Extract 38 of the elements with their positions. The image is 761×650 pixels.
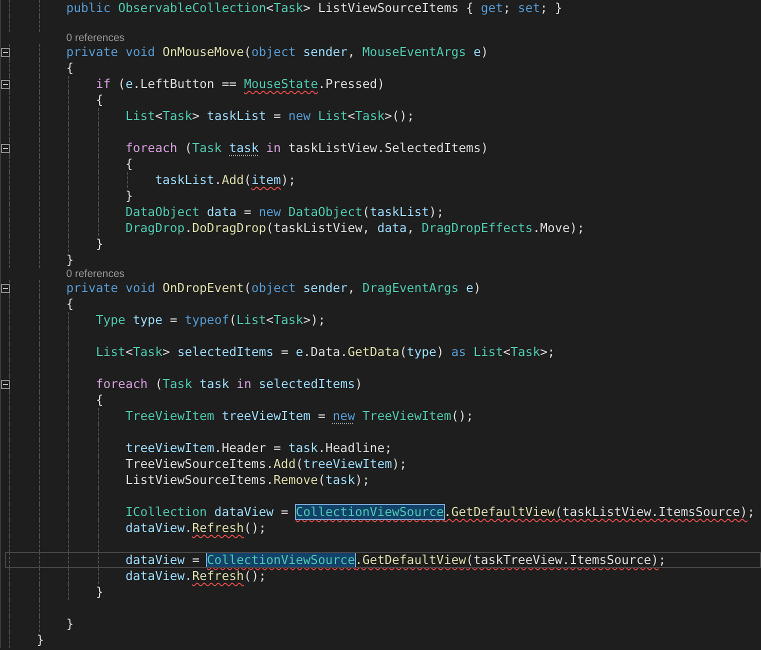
code-line: } — [36, 632, 44, 648]
code-line: } — [124, 188, 133, 204]
code-line: dataView = CollectionViewSource.GetDefaultView(taskTreeView.ItemsSource); — [124, 552, 666, 568]
code-line: treeViewItem.Header = task.Headline; — [124, 440, 392, 456]
code-line: Type type = typeof(List<Task>); — [94, 312, 326, 328]
code-line: List<Task> selectedItems = e.Data.GetData(type) as List<Task>; — [94, 344, 555, 360]
reference-count-link[interactable]: 0 references — [66, 268, 125, 280]
code-line: TreeViewSourceItems.Add(treeViewItem); — [124, 456, 407, 472]
code-line: if (e.LeftButton == MouseState.Pressed) — [94, 76, 385, 92]
code-line: dataView.Refresh(); — [124, 520, 266, 536]
code-line: } — [65, 616, 74, 632]
code-line: { — [94, 92, 104, 108]
reference-count-link[interactable]: 0 references — [66, 32, 125, 44]
code-line: public ObservableCollection<Task> ListViewSourceItems { get; set; } — [65, 0, 562, 16]
code-line: DataObject data = new DataObject(taskList); — [124, 204, 444, 220]
collapse-icon[interactable] — [1, 48, 10, 57]
collapse-icon[interactable] — [1, 380, 10, 389]
code-line: ICollection dataView = CollectionViewSource.GetDefaultView(taskListView.ItemsSource); — [124, 504, 755, 520]
collapse-icon[interactable] — [1, 144, 10, 153]
code-line: } — [94, 236, 104, 252]
code-line: { — [65, 296, 74, 312]
code-line: } — [94, 584, 104, 600]
code-line: foreach (Task task in selectedItems) — [94, 376, 362, 392]
collapse-icon[interactable] — [1, 284, 10, 293]
code-line: foreach (Task task in taskListView.SelectedItems) — [124, 140, 488, 156]
code-line: List<Task> taskList = new List<Task>(); — [124, 108, 414, 124]
code-line: private void OnDropEvent(object sender, DragEventArgs e) — [65, 280, 481, 296]
code-line: private void OnMouseMove(object sender, MouseEventArgs e) — [65, 44, 488, 60]
code-line: TreeViewItem treeViewItem = new TreeViewItem(); — [124, 408, 474, 424]
code-line: { — [94, 392, 104, 408]
code-line: dataView.Refresh(); — [124, 568, 266, 584]
code-line: { — [124, 156, 133, 172]
code-line: DragDrop.DoDragDrop(taskListView, data, DragDropEffects.Move); — [124, 220, 585, 236]
collapse-icon[interactable] — [1, 80, 10, 89]
code-line: taskList.Add(item); — [154, 172, 296, 188]
code-line: } — [65, 252, 74, 268]
code-line: { — [65, 60, 74, 76]
code-line: ListViewSourceItems.Remove(task); — [124, 472, 370, 488]
